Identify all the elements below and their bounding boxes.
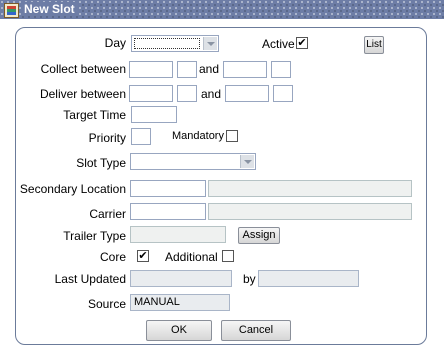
mandatory-checkbox[interactable]: [226, 130, 238, 142]
trailer-type-label: Trailer Type: [63, 229, 126, 243]
additional-checkbox[interactable]: [222, 250, 234, 262]
last-updated-label: Last Updated: [54, 272, 126, 286]
collect-from-time-field[interactable]: [177, 61, 197, 78]
secondary-location-description-field: [208, 180, 412, 197]
source-label: Source: [87, 297, 126, 311]
core-label: Core: [99, 250, 126, 264]
day-select[interactable]: [131, 35, 219, 52]
carrier-code-field[interactable]: [130, 203, 206, 220]
active-checkbox[interactable]: ✔: [296, 37, 308, 49]
focus-indicator: [134, 38, 200, 49]
cancel-button[interactable]: Cancel: [221, 320, 291, 341]
carrier-label: Carrier: [89, 207, 126, 221]
by-label: by: [243, 272, 256, 286]
collect-to-time-field[interactable]: [271, 61, 291, 78]
source-field: MANUAL: [130, 294, 230, 311]
app-icon: [4, 3, 19, 18]
trailer-type-field: [130, 226, 226, 243]
chevron-down-icon[interactable]: [240, 155, 254, 168]
collect-and-label: and: [199, 62, 220, 76]
deliver-and-label: and: [201, 87, 222, 101]
deliver-to-time-field[interactable]: [273, 85, 293, 102]
deliver-from-time-field[interactable]: [177, 85, 197, 102]
carrier-description-field: [208, 203, 412, 220]
last-updated-by-field: [258, 270, 359, 287]
deliver-between-label: Deliver between: [39, 87, 126, 101]
additional-label: Additional: [165, 250, 218, 264]
secondary-location-code-field[interactable]: [130, 180, 206, 197]
chevron-down-icon[interactable]: [203, 37, 217, 50]
assign-button[interactable]: Assign: [238, 227, 280, 244]
window-title: New Slot: [22, 2, 79, 16]
collect-to-date-field[interactable]: [223, 61, 267, 78]
day-label: Day: [104, 36, 126, 50]
slot-type-label: Slot Type: [76, 156, 126, 170]
last-updated-field: [130, 270, 232, 287]
list-button[interactable]: List: [364, 36, 384, 54]
mandatory-label: Mandatory: [172, 130, 224, 142]
ok-button[interactable]: OK: [146, 320, 212, 341]
core-checkbox[interactable]: ✔: [137, 250, 149, 262]
target-time-label: Target Time: [63, 108, 126, 122]
priority-label: Priority: [88, 131, 126, 145]
collect-between-label: Collect between: [40, 62, 126, 76]
deliver-to-date-field[interactable]: [225, 85, 269, 102]
active-label: Active: [262, 37, 295, 51]
title-bar: New Slot: [0, 0, 444, 19]
secondary-location-label: Secondary Location: [19, 182, 126, 196]
slot-type-select[interactable]: [130, 153, 256, 170]
target-time-field[interactable]: [131, 106, 177, 123]
deliver-from-date-field[interactable]: [129, 85, 173, 102]
collect-from-date-field[interactable]: [129, 61, 173, 78]
priority-field[interactable]: [131, 128, 151, 145]
